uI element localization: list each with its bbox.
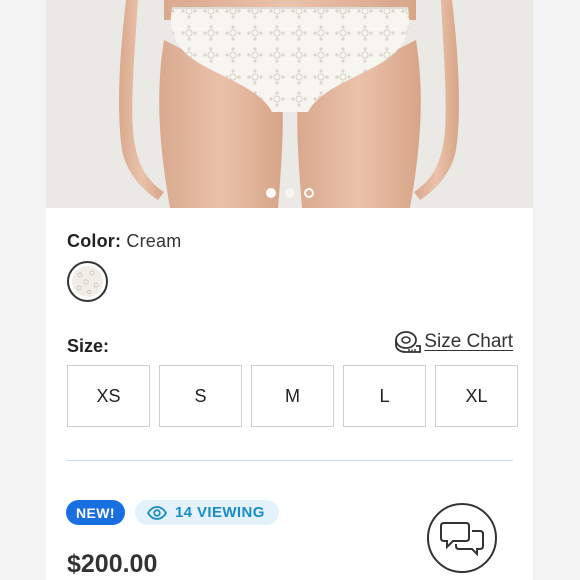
- size-chart-label: Size Chart: [424, 331, 513, 352]
- carousel-dot[interactable]: [284, 188, 295, 198]
- product-photo-illustration: [46, 0, 533, 208]
- eye-icon: [146, 505, 167, 520]
- viewing-badge: 14 VIEWING: [134, 500, 279, 525]
- carousel-dot[interactable]: [303, 188, 314, 198]
- divider: [67, 460, 513, 461]
- eyelet-pattern: [76, 270, 99, 295]
- new-badge: NEW!: [66, 500, 125, 525]
- size-options: XS S M L XL: [67, 365, 518, 427]
- badge-row: NEW! 14 VIEWING: [66, 500, 279, 525]
- product-price: $200.00: [67, 550, 158, 578]
- product-image[interactable]: [46, 0, 533, 208]
- chat-button[interactable]: [427, 503, 497, 573]
- carousel-dot[interactable]: [265, 188, 276, 198]
- color-row: Color: Cream: [67, 231, 181, 252]
- product-card: Color: Cream Size: Size Chart XS S M L X…: [46, 0, 533, 580]
- size-option-l[interactable]: L: [343, 365, 426, 427]
- carousel-dots: [46, 188, 533, 198]
- color-swatch-cream[interactable]: [67, 261, 108, 302]
- swatch-fill: [72, 266, 103, 297]
- size-option-xs[interactable]: XS: [67, 365, 150, 427]
- color-value: Cream: [126, 231, 182, 251]
- size-option-m[interactable]: M: [251, 365, 334, 427]
- size-option-xl[interactable]: XL: [435, 365, 518, 427]
- measuring-tape-icon: [395, 331, 422, 353]
- color-label: Color:: [67, 231, 122, 251]
- size-chart-link[interactable]: Size Chart: [395, 330, 513, 354]
- size-label: Size:: [67, 336, 110, 356]
- chat-bubbles-icon: [440, 522, 484, 556]
- viewing-label: 14 VIEWING: [174, 504, 265, 521]
- size-option-s[interactable]: S: [159, 365, 242, 427]
